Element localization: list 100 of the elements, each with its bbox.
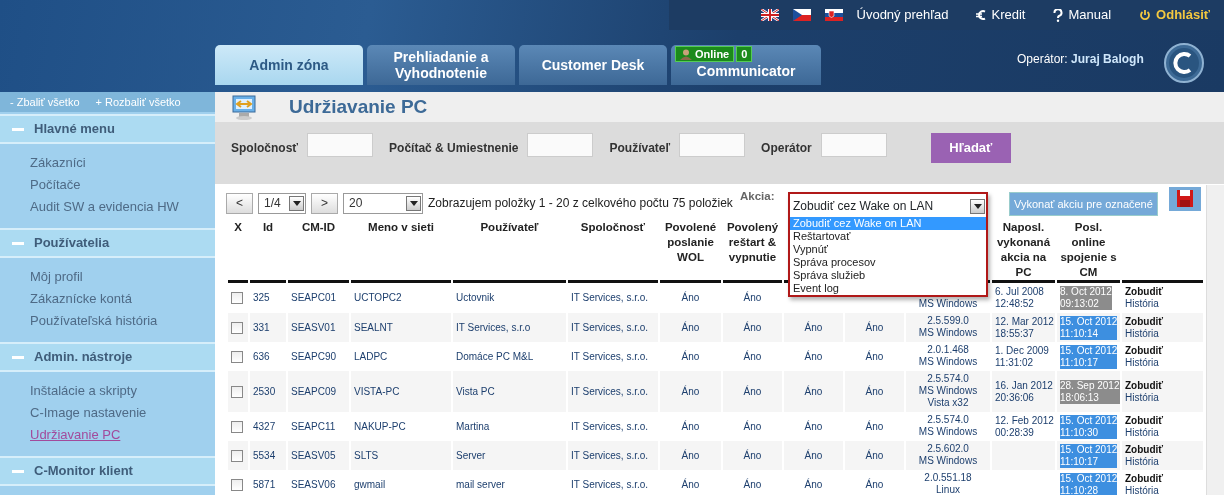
table-cell: SEAPC09: [291, 385, 337, 397]
filter-field[interactable]: [527, 133, 594, 157]
question-icon: [1053, 8, 1064, 22]
checkbox[interactable]: [231, 292, 243, 304]
table-cell: Server: [456, 449, 486, 461]
wake-link[interactable]: Zobudiť: [1125, 315, 1164, 327]
table-cell: Áno: [865, 350, 884, 362]
dropdown-option[interactable]: Správa služieb: [790, 269, 986, 282]
wake-link[interactable]: Zobudiť: [1125, 443, 1164, 455]
top-link[interactable]: Manual: [1053, 5, 1112, 25]
filter-field[interactable]: [679, 133, 746, 157]
table-cell: Uctovnik: [456, 292, 495, 303]
table-cell: IT Services, s.r.o.: [571, 350, 649, 362]
table-cell: SEAPC11: [291, 420, 336, 432]
wake-link[interactable]: Zobudiť: [1125, 379, 1164, 391]
table-cell: Áno: [865, 478, 884, 490]
tab[interactable]: Online 0 Communicator: [671, 45, 821, 85]
checkbox[interactable]: [231, 449, 243, 462]
table-cell: Áno: [681, 478, 700, 490]
history-link[interactable]: História: [1125, 327, 1159, 339]
column-header: Id: [250, 220, 286, 283]
column-header: Meno v sieti: [351, 220, 451, 283]
search-button[interactable]: Hľadať: [930, 133, 1011, 163]
wake-link[interactable]: Zobudiť: [1125, 414, 1164, 426]
flag-icon[interactable]: [792, 9, 811, 21]
table-cell: 12. Feb 2012 00:28:39: [995, 414, 1054, 438]
wake-link[interactable]: Zobudiť: [1125, 472, 1164, 484]
history-link[interactable]: História: [1125, 484, 1159, 495]
table-cell: UCTOPC2: [354, 292, 402, 303]
action-dropdown[interactable]: Zobudiť cez Wake on LAN Zobudiť cez Wake on LAN Reštartovať Vypnúť Správa procesov Správa služieb Event log: [788, 192, 988, 297]
tab[interactable]: Prehliadanie a Vyhodnotenie: [367, 45, 515, 85]
tab[interactable]: Customer Desk: [519, 45, 667, 85]
checkbox[interactable]: [231, 350, 243, 363]
table-cell: 4327: [253, 420, 276, 432]
top-link[interactable]: Kredit: [976, 5, 1026, 25]
table-cell: IT Services, s.r.o.: [571, 420, 649, 432]
sidebar-item[interactable]: Zákazníci: [30, 152, 215, 174]
sidebar-item[interactable]: Počítače: [30, 174, 215, 196]
flag-icon[interactable]: [760, 9, 779, 21]
sidebar-item[interactable]: Audit SW a evidencia HW: [30, 196, 215, 218]
sidebar-section-header[interactable]: Používatelia: [0, 228, 215, 258]
table-cell: 2530: [253, 385, 276, 397]
checkbox[interactable]: [231, 478, 243, 491]
history-link[interactable]: História: [1125, 426, 1159, 438]
sidebar-item[interactable]: Môj profil: [30, 266, 215, 288]
table-cell: Áno: [865, 385, 884, 397]
table-cell: SEASV05: [291, 449, 336, 461]
history-link[interactable]: História: [1125, 455, 1159, 467]
checkbox[interactable]: [231, 420, 243, 433]
column-header: Naposl. vykonaná akcia na PC: [992, 220, 1055, 283]
table-cell: Áno: [743, 478, 762, 490]
dropdown-option[interactable]: Vypnúť: [790, 243, 986, 256]
tab[interactable]: Admin zóna: [215, 45, 363, 85]
sidebar-item[interactable]: C-Image nastavenie: [30, 402, 215, 424]
table-cell: 6. Jul 2008 12:48:52: [995, 286, 1044, 309]
sidebar-section-header[interactable]: Admin. nástroje: [0, 342, 215, 372]
sidebar-section-header[interactable]: Hlavné menu: [0, 114, 215, 144]
sidebar-item[interactable]: Používateľská história: [30, 310, 215, 332]
flag-icon[interactable]: [824, 9, 843, 21]
logo-icon[interactable]: [1163, 42, 1205, 84]
table-cell: 331: [253, 321, 270, 333]
operator-label: Operátor: Juraj Balogh: [1017, 51, 1144, 68]
table-cell: Áno: [743, 420, 762, 432]
previous-page-button[interactable]: <: [226, 192, 253, 214]
checkbox[interactable]: [231, 321, 243, 334]
table-cell: Áno: [743, 321, 762, 333]
dropdown-option[interactable]: Reštartovať: [790, 230, 986, 243]
column-header: X: [228, 220, 248, 283]
filter-field[interactable]: [307, 133, 374, 157]
sidebar-item[interactable]: Zákaznícke kontá: [30, 288, 215, 310]
table-cell: Áno: [804, 321, 823, 333]
table-cell: SEAPC01: [291, 292, 337, 303]
checkbox[interactable]: [231, 385, 243, 398]
table-cell: Áno: [681, 420, 700, 432]
table-cell: SEALNT: [354, 321, 393, 333]
history-link[interactable]: História: [1125, 356, 1159, 368]
top-link[interactable]: Odhlásiť: [1139, 5, 1210, 25]
table-cell: 5871: [253, 478, 276, 490]
sidebar-section-header[interactable]: C-Monitor klient: [0, 456, 215, 486]
table-cell: Áno: [865, 449, 884, 461]
column-header: CM-ID: [288, 220, 349, 283]
page-select[interactable]: 1/4: [258, 192, 306, 214]
wake-link[interactable]: Zobudiť: [1125, 344, 1164, 356]
wake-link[interactable]: Zobudiť: [1125, 286, 1164, 297]
history-link[interactable]: História: [1125, 298, 1159, 309]
history-link[interactable]: História: [1125, 391, 1159, 403]
filter-field[interactable]: [820, 133, 887, 157]
dropdown-option[interactable]: Event log: [790, 282, 986, 295]
next-page-button[interactable]: >: [311, 192, 339, 214]
top-link[interactable]: Úvodný prehľad: [856, 5, 949, 25]
table-cell: SEASV06: [291, 478, 336, 490]
column-header: Posl. online spojenie s CM: [1057, 220, 1120, 283]
sidebar-item[interactable]: Inštalácie a skripty: [30, 380, 215, 402]
page-size-select[interactable]: 20: [343, 192, 424, 214]
dropdown-option[interactable]: Správa procesov: [790, 256, 986, 269]
table-cell: Áno: [681, 292, 700, 303]
table-cell: Martina: [456, 420, 490, 432]
scrollbar[interactable]: [1206, 185, 1224, 495]
save-icon[interactable]: [1169, 187, 1201, 211]
page-title: Udržiavanie PC: [289, 95, 428, 119]
